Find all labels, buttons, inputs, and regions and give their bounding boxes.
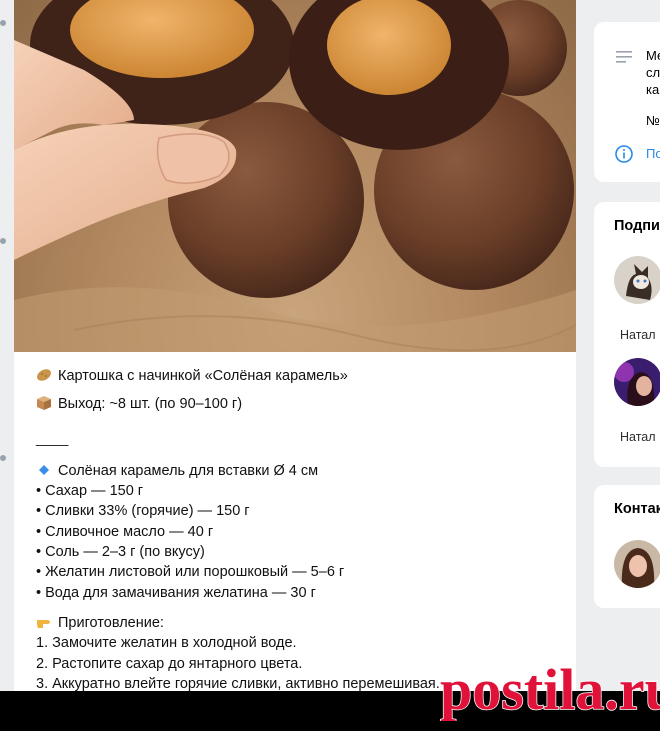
about-description-line: ка [646, 82, 660, 97]
contacts-title[interactable]: Контак [614, 501, 660, 517]
potato-emoji-icon [37, 369, 51, 381]
member-name[interactable]: Натал [620, 328, 656, 342]
rail-dot [0, 20, 6, 26]
ingredient-item: • Сливочное масло — 40 г [36, 523, 214, 540]
subscribers-card: Подпи Натал Натал [594, 202, 660, 467]
rail-dot [0, 455, 6, 461]
ingredient-item: • Сливки 33% (горячие) — 150 г [36, 503, 250, 520]
steps-heading: Приготовление: [58, 614, 164, 631]
more-info-link[interactable]: По [646, 146, 660, 161]
post-text: Картошка с начинкой «Солёная карамель» В… [36, 366, 556, 691]
svg-text:postila.ru: postila.ru [440, 657, 660, 721]
post-card: Картошка с начинкой «Солёная карамель» В… [14, 0, 576, 691]
info-circle-icon [615, 145, 633, 163]
contact-avatar[interactable] [614, 540, 660, 588]
member-name[interactable]: Натал [620, 430, 656, 444]
photo-illustration [14, 0, 576, 352]
text-divider: ____ [36, 430, 69, 447]
blue-diamond-emoji-icon [39, 464, 49, 475]
left-rail [0, 0, 14, 691]
menu-lines-icon [616, 51, 632, 63]
ingredient-item: • Желатин листовой или порошковый — 5–6 … [36, 564, 345, 581]
steps-heading-line: Приготовление: [36, 613, 556, 633]
yield-text: Выход: ~8 шт. (по 90–100 г) [58, 396, 243, 413]
woman-avatar-image [614, 358, 660, 406]
about-number: № [646, 113, 660, 128]
contact-avatar-image [614, 540, 660, 588]
pointing-hand-emoji-icon [37, 619, 50, 628]
package-emoji-icon [37, 396, 51, 411]
recipe-title: Картошка с начинкой «Солёная карамель» [58, 368, 348, 384]
about-description-line: сл [646, 65, 660, 80]
avatar[interactable] [614, 256, 660, 304]
ingredient-item: • Соль — 2–3 г (по вкусу) [36, 544, 205, 561]
ingredient-item: • Сахар — 150 г [36, 483, 144, 500]
about-card: Ме сл ка № По [594, 22, 660, 182]
post-photo[interactable] [14, 0, 576, 352]
recipe-title-line: Картошка с начинкой «Солёная карамель» [36, 366, 556, 386]
subscribers-title[interactable]: Подпи [614, 218, 660, 234]
avatar[interactable] [614, 358, 660, 406]
ingredient-item: • Вода для замачивания желатина — 30 г [36, 584, 316, 601]
caramel-heading: Солёная карамель для вставки Ø 4 см [58, 462, 319, 479]
rail-dot [0, 238, 6, 244]
cat-avatar-image [614, 256, 660, 304]
contacts-card: Контак [594, 485, 660, 608]
watermark-logo: postila.ru [436, 655, 660, 726]
step-item: 1. Замочите желатин в холодной воде. [36, 635, 297, 652]
about-description-line: Ме [646, 48, 660, 63]
caramel-heading-line: Солёная карамель для вставки Ø 4 см [36, 461, 556, 481]
yield-line: Выход: ~8 шт. (по 90–100 г) [36, 394, 556, 414]
